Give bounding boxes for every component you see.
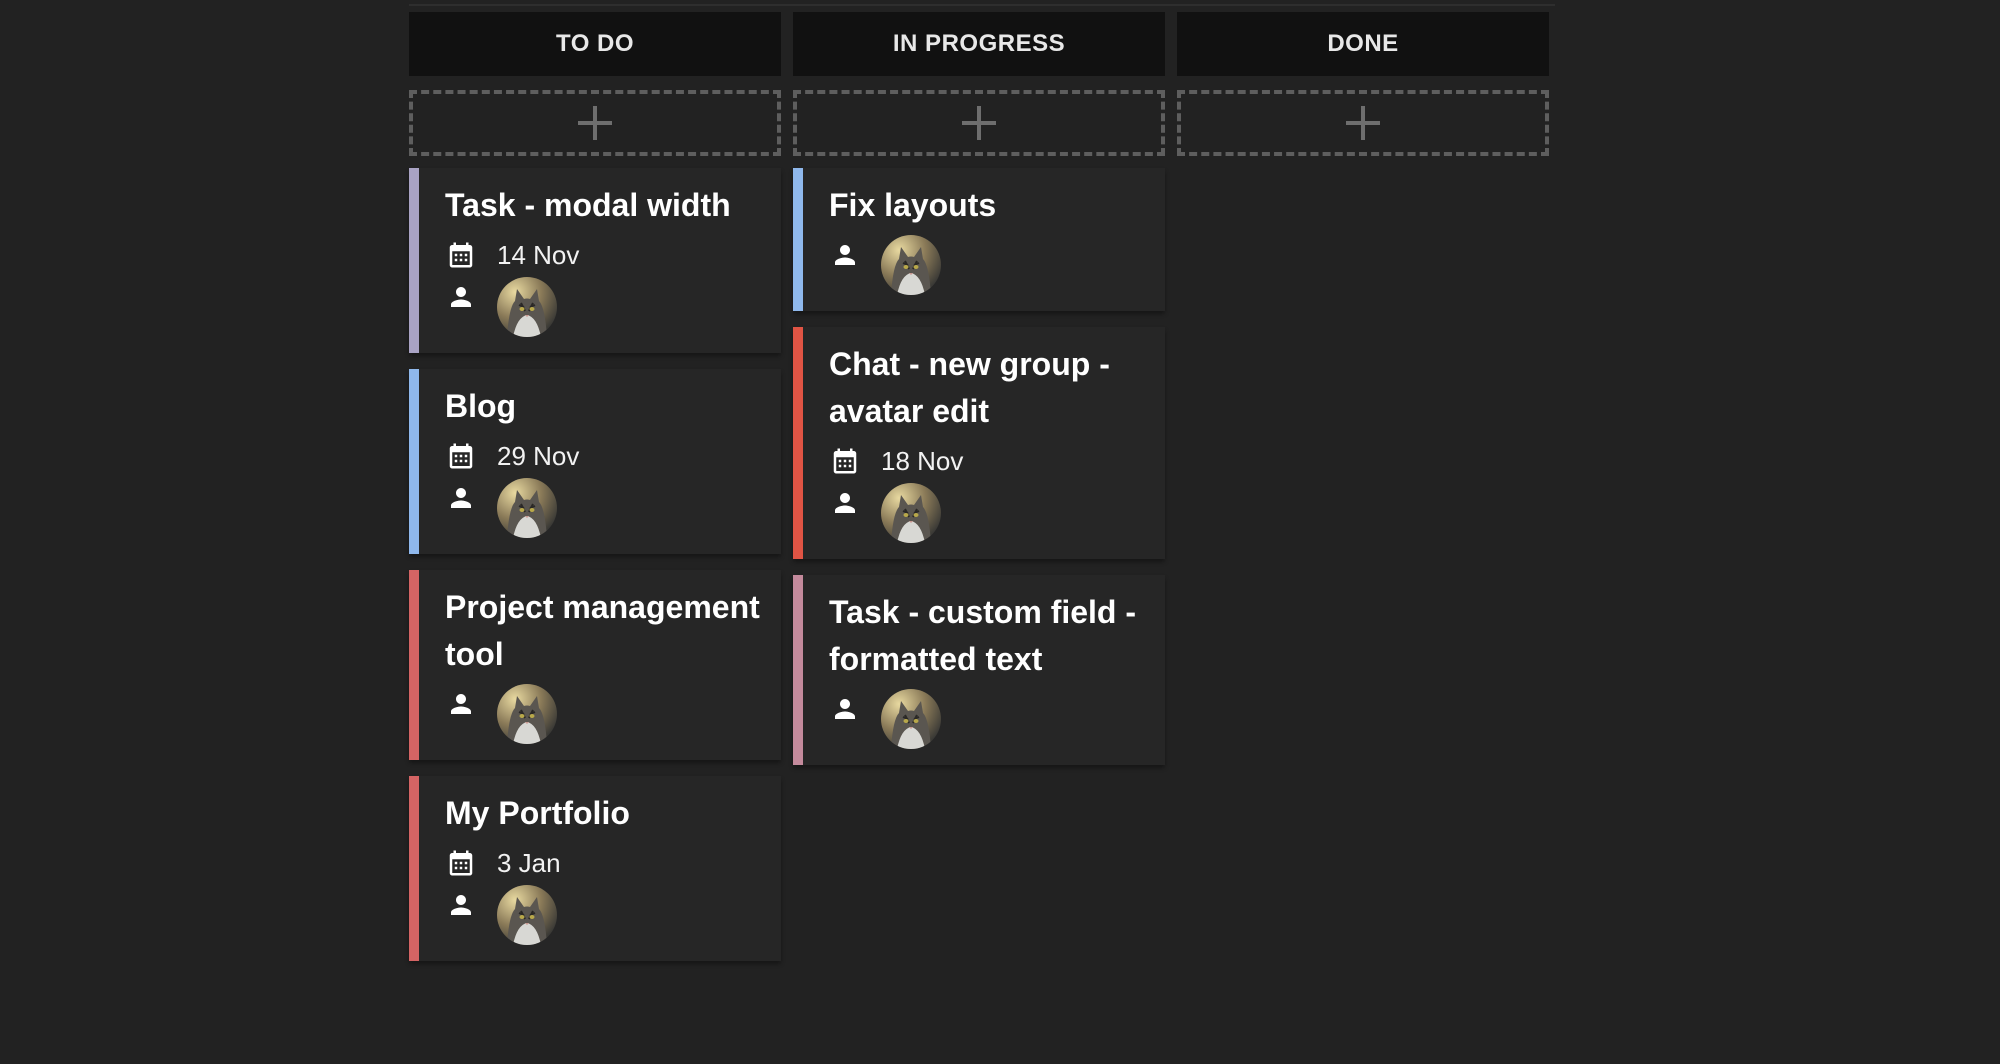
assignee-avatar[interactable] [497, 277, 557, 337]
card-title: Fix layouts [829, 187, 997, 223]
add-card-button[interactable] [793, 90, 1165, 156]
assignee-avatar[interactable] [497, 684, 557, 744]
card-title: Task - custom field - formatted text [829, 594, 1137, 677]
plus-icon [578, 106, 612, 140]
assignee-avatar[interactable] [881, 235, 941, 295]
task-card[interactable]: Project management tool [409, 570, 781, 760]
card-title: Chat - new group - avatar edit [829, 346, 1110, 429]
kanban-board: TO DO Task - modal width 14 Nov Blog 29 Nov P… [409, 4, 1555, 1064]
assignee-row [445, 684, 761, 744]
assignee-row [829, 483, 1145, 543]
assignee-avatar[interactable] [497, 478, 557, 538]
person-icon [445, 482, 477, 514]
column-to-do: TO DO Task - modal width 14 Nov Blog 29 Nov P… [409, 12, 781, 977]
plus-icon [1346, 106, 1380, 140]
assignee-row [829, 689, 1145, 749]
card-title: Project management tool [445, 589, 760, 672]
column-header: IN PROGRESS [793, 12, 1165, 76]
person-icon [829, 487, 861, 519]
calendar-icon [445, 440, 477, 472]
due-date-row: 29 Nov [445, 440, 761, 472]
person-icon [829, 693, 861, 725]
column-header: TO DO [409, 12, 781, 76]
person-icon [829, 239, 861, 271]
assignee-row [829, 235, 1145, 295]
assignee-avatar[interactable] [881, 483, 941, 543]
due-date: 18 Nov [881, 445, 964, 476]
task-card[interactable]: Blog 29 Nov [409, 369, 781, 554]
due-date: 14 Nov [497, 239, 580, 270]
calendar-icon [829, 445, 861, 477]
card-list: Task - modal width 14 Nov Blog 29 Nov Projec… [409, 168, 781, 961]
assignee-row [445, 885, 761, 945]
card-title: Blog [445, 388, 517, 424]
due-date-row: 18 Nov [829, 445, 1145, 477]
column-header: DONE [1177, 12, 1549, 76]
person-icon [445, 688, 477, 720]
column-done: DONE [1177, 12, 1549, 168]
card-list: Fix layouts Chat - new group - avatar edi… [793, 168, 1165, 765]
person-icon [445, 889, 477, 921]
due-date-row: 14 Nov [445, 239, 761, 271]
plus-icon [962, 106, 996, 140]
assignee-avatar[interactable] [881, 689, 941, 749]
assignee-row [445, 478, 761, 538]
task-card[interactable]: Task - custom field - formatted text [793, 575, 1165, 765]
task-card[interactable]: Chat - new group - avatar edit 18 Nov [793, 327, 1165, 559]
add-card-button[interactable] [409, 90, 781, 156]
task-card[interactable]: My Portfolio 3 Jan [409, 776, 781, 961]
add-card-button[interactable] [1177, 90, 1549, 156]
calendar-icon [445, 239, 477, 271]
task-card[interactable]: Fix layouts [793, 168, 1165, 311]
assignee-row [445, 277, 761, 337]
due-date: 3 Jan [497, 847, 561, 878]
calendar-icon [445, 847, 477, 879]
assignee-avatar[interactable] [497, 885, 557, 945]
card-title: Task - modal width [445, 187, 731, 223]
due-date: 29 Nov [497, 440, 580, 471]
column-in-progress: IN PROGRESS Fix layouts Chat - new group -… [793, 12, 1165, 781]
person-icon [445, 281, 477, 313]
due-date-row: 3 Jan [445, 847, 761, 879]
card-title: My Portfolio [445, 795, 630, 831]
task-card[interactable]: Task - modal width 14 Nov [409, 168, 781, 353]
